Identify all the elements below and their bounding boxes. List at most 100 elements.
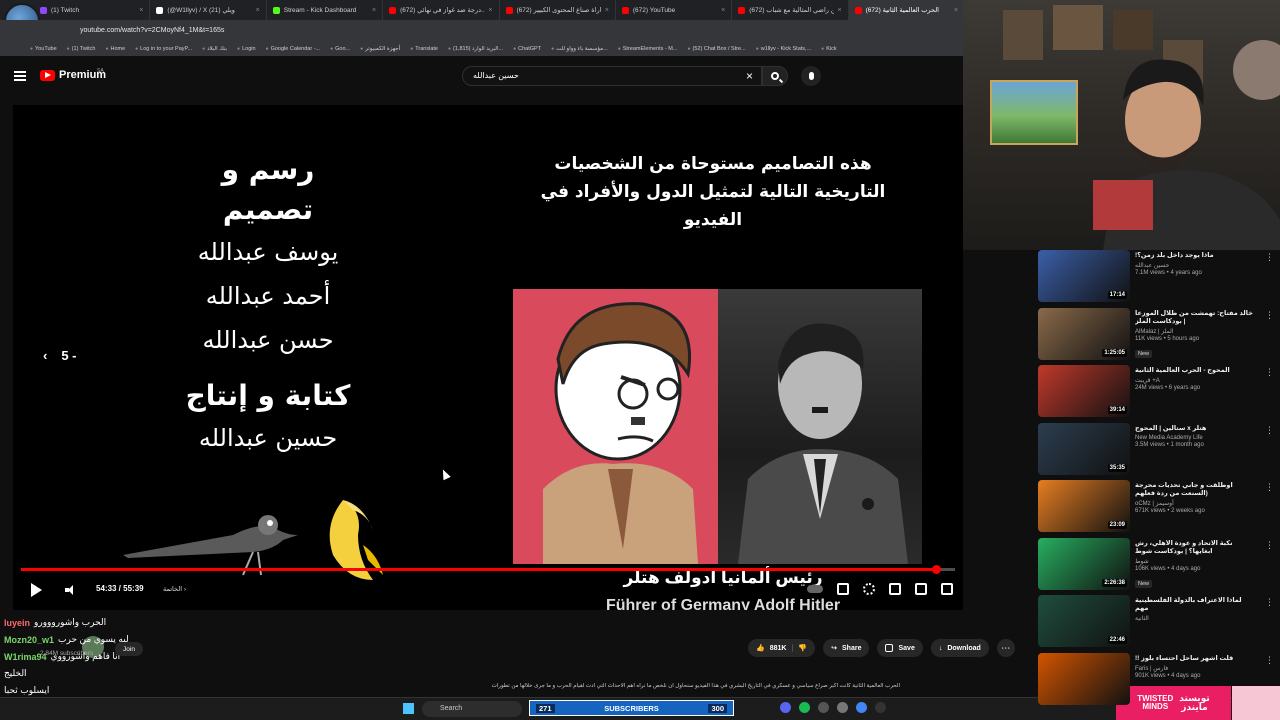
video-title[interactable]: قلت اشهر ساحل احتساء بلوز !!	[1135, 655, 1255, 663]
settings-gear-icon[interactable]	[863, 583, 875, 595]
bookmark-item[interactable]: أجهزة الكمبيوتر	[360, 46, 400, 52]
share-button[interactable]: ↪ Share	[823, 639, 870, 657]
video-channel[interactable]: حسين عبدالله	[1135, 262, 1255, 269]
recommended-video-item[interactable]: قلت اشهر ساحل احتساء بلوز !! Faris | فارس…	[1036, 652, 1274, 711]
app-icon[interactable]	[818, 702, 829, 713]
video-title[interactable]: المحوج - الحرب العالمية الثانية	[1135, 367, 1255, 375]
app-icon[interactable]	[837, 702, 848, 713]
chapter-label[interactable]: الخاتمة ›	[163, 585, 186, 593]
browser-tab[interactable]: (@W1llyv) / X (21) ويلي ×	[150, 0, 267, 20]
bookmark-item[interactable]: (52) Chat Box / Stre...	[687, 46, 746, 52]
video-progress-bar[interactable]	[21, 565, 955, 574]
spotify-icon[interactable]	[799, 702, 810, 713]
theater-mode-icon[interactable]	[915, 583, 927, 595]
recommended-video-item[interactable]: 35:35 هتلر x ستالين | المحوج New Media Aca…	[1036, 422, 1274, 481]
video-thumbnail[interactable]: 17:14	[1038, 250, 1130, 302]
recommended-video-item[interactable]: 23:09 اوطلقت و جاني تحديات محرجة (السنعت …	[1036, 480, 1274, 538]
recommended-video-item[interactable]: 17:14 ماذا يوجد داخل بلد زمن؟! حسين عبدالل…	[1036, 250, 1274, 308]
video-thumbnail[interactable]: 23:09	[1038, 480, 1130, 532]
more-actions-icon[interactable]: ⋯	[996, 639, 1015, 657]
video-title[interactable]: هتلر x ستالين | المحوج	[1135, 425, 1255, 433]
browser-tab[interactable]: (1) Twitch ×	[34, 0, 151, 20]
browser-tab[interactable]: (672) درجة ضد غواز في نهائي... ×	[383, 0, 500, 20]
autoplay-toggle-icon[interactable]	[807, 585, 823, 593]
like-button[interactable]: 👍 881K | 👎	[748, 639, 816, 657]
hamburger-menu-icon[interactable]	[14, 71, 26, 81]
voice-search-button[interactable]	[801, 66, 821, 86]
more-options-icon[interactable]: ⋮	[1265, 540, 1274, 551]
close-tab-icon[interactable]: ×	[605, 7, 609, 14]
browser-tab[interactable]: (672) من راضي المثالية مع شباب... ×	[732, 0, 849, 20]
bookmark-item[interactable]: StreamElements - M...	[618, 46, 678, 52]
close-tab-icon[interactable]: ×	[256, 7, 260, 14]
close-tab-icon[interactable]: ×	[954, 7, 958, 14]
bookmark-item[interactable]: ChatGPT	[513, 46, 541, 52]
close-tab-icon[interactable]: ×	[139, 7, 143, 14]
browser-tab[interactable]: Stream - Kick Dashboard ×	[267, 0, 384, 20]
bookmark-item[interactable]: البريد الوارد (1,815)...	[448, 46, 503, 52]
search-button[interactable]	[762, 66, 788, 86]
more-options-icon[interactable]: ⋮	[1265, 252, 1274, 263]
more-options-icon[interactable]: ⋮	[1265, 425, 1274, 436]
captions-icon[interactable]	[837, 583, 849, 595]
miniplayer-icon[interactable]	[889, 583, 901, 595]
more-options-icon[interactable]: ⋮	[1265, 655, 1274, 666]
video-thumbnail[interactable]: 22:46	[1038, 595, 1130, 647]
video-thumbnail[interactable]	[1038, 652, 1130, 705]
video-title[interactable]: خالد مفتاح: تهمشت من طلال الموزعا | بودك…	[1135, 310, 1255, 326]
close-tab-icon[interactable]: ×	[838, 7, 842, 14]
more-options-icon[interactable]: ⋮	[1265, 310, 1274, 321]
bookmark-item[interactable]: Google Calendar -...	[266, 46, 321, 52]
discord-icon[interactable]	[780, 702, 791, 713]
more-options-icon[interactable]: ⋮	[1265, 367, 1274, 378]
video-channel[interactable]: شوط	[1135, 558, 1255, 565]
bookmark-item[interactable]: (1) Twitch	[67, 46, 96, 52]
bookmark-item[interactable]: Kick	[821, 46, 836, 52]
close-tab-icon[interactable]: ×	[721, 7, 725, 14]
video-channel[interactable]: Faris | فارس	[1135, 665, 1255, 672]
video-channel[interactable]: الثانية	[1135, 615, 1255, 622]
browser-tab[interactable]: (672) الحرب العالمية الثانية ×	[848, 0, 965, 20]
bookmark-item[interactable]: Home	[105, 46, 125, 52]
bookmark-item[interactable]: Login	[237, 46, 255, 52]
save-button[interactable]: Save	[877, 639, 923, 657]
chrome-icon[interactable]	[856, 702, 867, 713]
app-icon[interactable]	[875, 702, 886, 713]
video-thumbnail[interactable]: 2:26:38	[1038, 537, 1130, 590]
join-button[interactable]: Join	[115, 642, 143, 656]
clear-search-icon[interactable]: ×	[746, 69, 753, 83]
progress-scrubber[interactable]	[932, 565, 942, 574]
search-input[interactable]: حسين عبدالله ×	[462, 66, 762, 86]
taskbar-search[interactable]: Search	[422, 701, 522, 717]
recommended-video-item[interactable]: 22:46 لماذا الاعتراف بالدولة الفلسطينية م…	[1036, 595, 1274, 653]
video-description[interactable]: الحرب العالمية الثانية كانت اكبر صراع سي…	[0, 683, 900, 693]
bookmark-item[interactable]: مؤسسة باء وواو للت...	[551, 46, 608, 52]
bookmark-item[interactable]: بنك البلاد	[202, 46, 227, 52]
bookmark-item[interactable]: Log in to your PayP...	[135, 46, 192, 52]
video-channel[interactable]: قريبت +A	[1135, 377, 1255, 384]
video-title[interactable]: لماذا الاعتراف بالدولة الفلسطينية مهم	[1135, 597, 1255, 613]
more-options-icon[interactable]: ⋮	[1265, 597, 1274, 608]
bookmark-item[interactable]: Goo...	[330, 46, 350, 52]
video-channel[interactable]: AlMalaz | الملز	[1135, 328, 1255, 335]
close-tab-icon[interactable]: ×	[372, 7, 376, 14]
play-icon[interactable]	[31, 583, 42, 597]
bookmark-item[interactable]: YouTube	[30, 46, 57, 52]
browser-tab[interactable]: (672) YouTube ×	[616, 0, 733, 20]
video-thumbnail[interactable]: 1:25:05	[1038, 307, 1130, 360]
chevron-left-icon[interactable]: ‹	[43, 348, 47, 363]
video-channel[interactable]: New Media Academy Life	[1135, 435, 1255, 441]
video-title[interactable]: ماذا يوجد داخل بلد زمن؟!	[1135, 252, 1255, 260]
download-button[interactable]: ↓ Download	[930, 639, 989, 657]
video-thumbnail[interactable]: 39:14	[1038, 365, 1130, 417]
recommended-video-item[interactable]: 39:14 المحوج - الحرب العالمية الثانية قريب…	[1036, 365, 1274, 423]
windows-start-icon[interactable]	[403, 703, 414, 714]
close-tab-icon[interactable]: ×	[488, 7, 492, 14]
video-player[interactable]: رسم و تصميم يوسف عبدالله أحمد عبدالله حس…	[13, 105, 963, 610]
address-bar[interactable]: youtube.com/watch?v=2CMoyNf4_1M&t=165s	[80, 24, 680, 38]
browser-tab[interactable]: (672) مباراة صناع المحتوى الكبيير... ×	[500, 0, 616, 20]
recommended-video-item[interactable]: 2:26:38 نكبة الاتحاد و عودة الأهلي، رش اب…	[1036, 537, 1274, 596]
volume-icon[interactable]	[65, 585, 77, 595]
more-options-icon[interactable]: ⋮	[1265, 482, 1274, 493]
thumbs-down-icon[interactable]: 👎	[798, 644, 807, 652]
